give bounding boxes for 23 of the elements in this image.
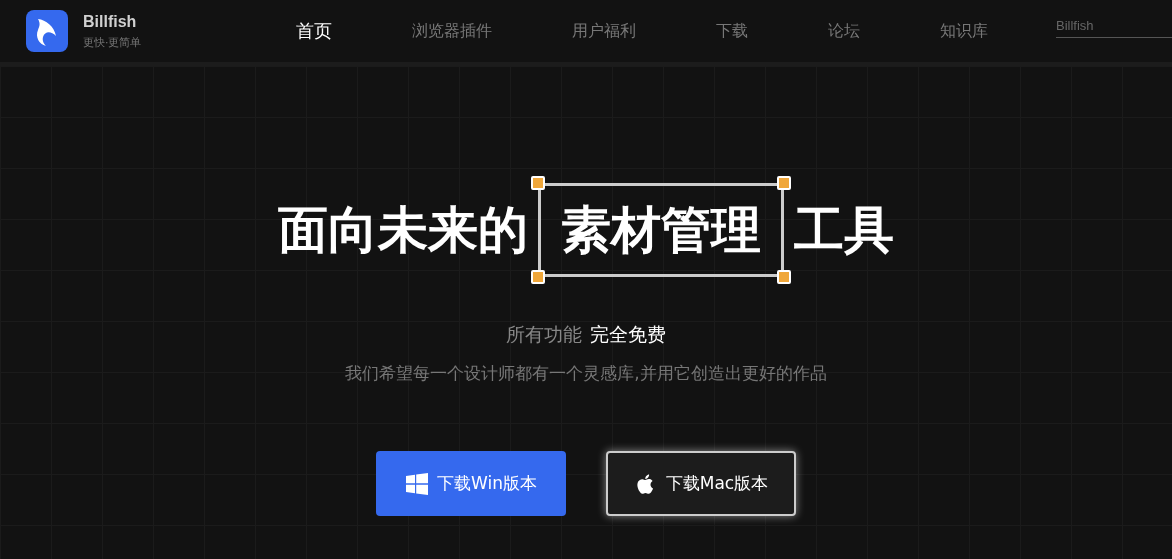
headline-text: 素材管理 xyxy=(561,201,761,259)
search-field[interactable]: Billfish xyxy=(1056,14,1172,38)
headline-text: 面向未来的 xyxy=(278,205,528,255)
resize-handle[interactable] xyxy=(777,176,791,190)
nav-link[interactable]: 用户福利 xyxy=(572,20,636,42)
slogan: 更快·更简单 xyxy=(83,34,142,50)
resize-handle[interactable] xyxy=(777,270,791,284)
nav-link[interactable]: 论坛 xyxy=(828,20,860,42)
resize-handle[interactable] xyxy=(531,270,545,284)
windows-icon xyxy=(405,471,430,496)
logo-icon xyxy=(26,10,68,52)
download-button[interactable]: 下载Win版本 xyxy=(376,451,566,516)
resize-handle[interactable] xyxy=(531,176,545,190)
tagline-text: 所有功能 xyxy=(506,322,582,347)
nav-link[interactable]: 知识库 xyxy=(940,20,988,42)
nav-link[interactable]: 浏览器插件 xyxy=(412,20,492,42)
download-button[interactable]: 下载Mac版本 xyxy=(606,451,796,516)
headline-text: 工具 xyxy=(794,205,894,255)
tagline-highlight: 完全免费 xyxy=(590,322,666,347)
brand-name: Billfish xyxy=(83,12,138,31)
description-text: 我们希望每一个设计师都有一个灵感库,并用它创造出更好的作品 xyxy=(345,362,827,385)
nav-link[interactable]: 下载 xyxy=(716,20,748,42)
nav-link[interactable]: 首页 xyxy=(296,19,332,43)
